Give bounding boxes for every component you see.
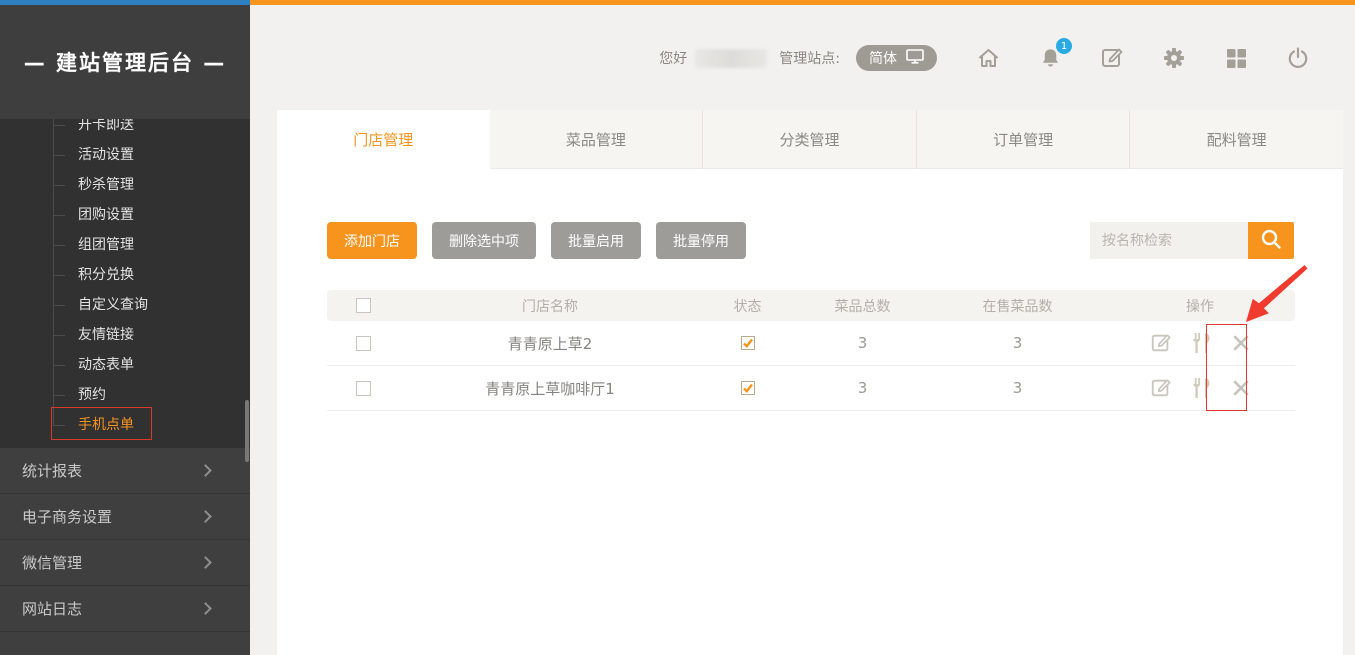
batch-enable-button[interactable]: 批量启用 xyxy=(551,222,641,259)
tab-ingredient-management[interactable]: 配料管理 xyxy=(1129,110,1343,169)
chevron-right-icon xyxy=(199,464,212,477)
tab-store-management[interactable]: 门店管理 xyxy=(277,110,490,169)
onsale-dishes-value: 3 xyxy=(930,379,1105,397)
edit-icon[interactable] xyxy=(1150,332,1172,354)
chevron-right-icon xyxy=(199,602,212,615)
site-label: 管理站点: xyxy=(779,48,840,68)
col-total-dishes: 菜品总数 xyxy=(795,296,930,316)
sidebar-header: — 建站管理后台 — xyxy=(0,5,250,119)
language-pill-button[interactable]: 简体 xyxy=(856,45,937,71)
search-button[interactable] xyxy=(1248,222,1294,259)
sidebar-item-activity-settings[interactable]: 活动设置 xyxy=(0,140,250,170)
store-name: 青青原上草2 xyxy=(400,333,700,354)
app-title: — 建站管理后台 — xyxy=(24,47,227,77)
sidebar-section-sitelog[interactable]: 网站日志 xyxy=(0,586,250,632)
notification-badge: 1 xyxy=(1056,38,1072,54)
table-row: 青青原上草咖啡厅1 3 3 xyxy=(327,366,1295,411)
delete-x-icon[interactable] xyxy=(1232,379,1250,397)
toolbar: 添加门店 删除选中项 批量启用 批量停用 xyxy=(327,222,761,259)
home-icon[interactable] xyxy=(975,45,1001,71)
sidebar-item-group-manage[interactable]: 组团管理 xyxy=(0,230,250,260)
header-icons: 1 xyxy=(975,45,1311,71)
sidebar-sections: 统计报表 电子商务设置 微信管理 网站日志 xyxy=(0,448,250,655)
delete-x-icon[interactable] xyxy=(1232,334,1250,352)
sidebar-item-points-exchange[interactable]: 积分兑换 xyxy=(0,260,250,290)
select-all-checkbox[interactable] xyxy=(356,298,371,313)
greeting-text: 您好 xyxy=(659,48,687,68)
language-label: 简体 xyxy=(869,48,897,68)
topbar-orange-strip xyxy=(250,0,1355,5)
section-label: 电子商务设置 xyxy=(22,508,112,526)
row-checkbox[interactable] xyxy=(356,336,371,351)
edit-icon[interactable] xyxy=(1150,377,1172,399)
gear-icon[interactable] xyxy=(1161,45,1187,71)
onsale-dishes-value: 3 xyxy=(930,334,1105,352)
status-checkbox-checked[interactable] xyxy=(741,381,755,395)
fork-knife-icon[interactable] xyxy=(1189,330,1215,356)
store-name: 青青原上草咖啡厅1 xyxy=(400,378,700,399)
stores-table: 门店名称 状态 菜品总数 在售菜品数 操作 青青原上草2 3 3 xyxy=(327,290,1295,411)
content-card: 门店管理 菜品管理 分类管理 订单管理 配料管理 添加门店 删除选中项 批量启用… xyxy=(277,110,1343,655)
sidebar-item-reservation[interactable]: 预约 xyxy=(0,380,250,410)
delete-selected-button[interactable]: 删除选中项 xyxy=(432,222,536,259)
monitor-icon xyxy=(906,49,924,68)
section-label: 网站日志 xyxy=(22,600,82,618)
col-onsale-dishes: 在售菜品数 xyxy=(930,296,1105,316)
table-header-row: 门店名称 状态 菜品总数 在售菜品数 操作 xyxy=(327,290,1295,321)
tab-category-management[interactable]: 分类管理 xyxy=(702,110,916,169)
bell-icon[interactable]: 1 xyxy=(1037,45,1063,71)
row-checkbox[interactable] xyxy=(356,381,371,396)
sidebar-section-ecommerce[interactable]: 电子商务设置 xyxy=(0,494,250,540)
status-checkbox-checked[interactable] xyxy=(741,336,755,350)
tab-bar: 门店管理 菜品管理 分类管理 订单管理 配料管理 xyxy=(277,110,1343,169)
batch-disable-button[interactable]: 批量停用 xyxy=(656,222,746,259)
total-dishes-value: 3 xyxy=(795,379,930,397)
tab-order-management[interactable]: 订单管理 xyxy=(916,110,1130,169)
username-redacted xyxy=(695,49,767,68)
compose-icon[interactable] xyxy=(1099,45,1125,71)
tab-dish-management[interactable]: 菜品管理 xyxy=(490,110,703,169)
search-icon xyxy=(1259,227,1283,254)
sidebar-section-wechat[interactable]: 微信管理 xyxy=(0,540,250,586)
sidebar-item-mobile-ordering[interactable]: 手机点单 xyxy=(0,410,250,440)
sidebar-item-groupbuy[interactable]: 团购设置 xyxy=(0,200,250,230)
sidebar-section-stats[interactable]: 统计报表 xyxy=(0,448,250,494)
add-store-button[interactable]: 添加门店 xyxy=(327,222,417,259)
sidebar: 开卡即送 活动设置 秒杀管理 团购设置 组团管理 积分兑换 自定义查询 友情链接… xyxy=(0,5,250,655)
sidebar-submenu: 开卡即送 活动设置 秒杀管理 团购设置 组团管理 积分兑换 自定义查询 友情链接… xyxy=(0,119,250,440)
search-box xyxy=(1090,222,1294,259)
section-label: 统计报表 xyxy=(22,462,82,480)
sidebar-item-friend-links[interactable]: 友情链接 xyxy=(0,320,250,350)
search-input[interactable] xyxy=(1090,222,1248,259)
col-store-name: 门店名称 xyxy=(400,296,700,316)
col-actions: 操作 xyxy=(1105,296,1295,316)
power-icon[interactable] xyxy=(1285,45,1311,71)
col-status: 状态 xyxy=(700,296,795,316)
chevron-right-icon xyxy=(199,510,212,523)
sidebar-scrollbar[interactable] xyxy=(245,400,249,462)
apps-grid-icon[interactable] xyxy=(1223,45,1249,71)
sidebar-item-dynamic-forms[interactable]: 动态表单 xyxy=(0,350,250,380)
sidebar-item-custom-query[interactable]: 自定义查询 xyxy=(0,290,250,320)
table-row: 青青原上草2 3 3 xyxy=(327,321,1295,366)
total-dishes-value: 3 xyxy=(795,334,930,352)
section-label: 微信管理 xyxy=(22,554,82,572)
top-header: 您好 管理站点: 简体 1 xyxy=(250,36,1355,80)
fork-knife-icon[interactable] xyxy=(1189,375,1215,401)
chevron-right-icon xyxy=(199,556,212,569)
sidebar-item-flashsale[interactable]: 秒杀管理 xyxy=(0,170,250,200)
